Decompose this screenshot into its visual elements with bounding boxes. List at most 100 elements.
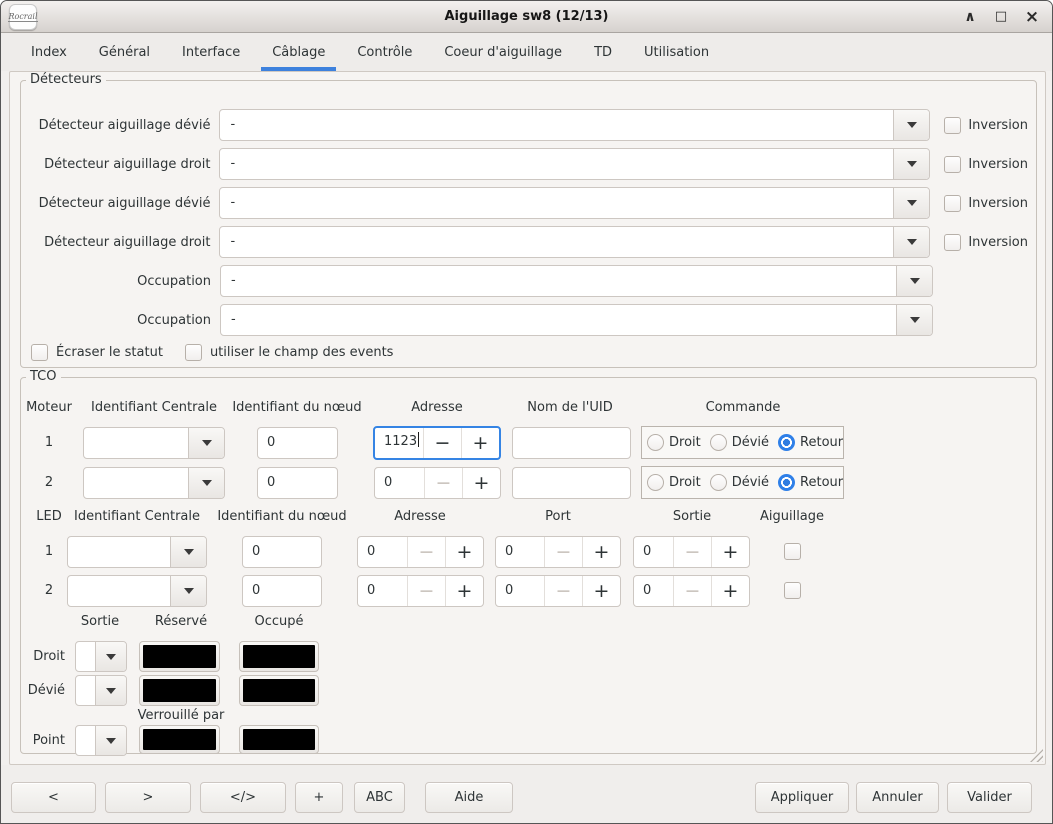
- inversion-checkbox[interactable]: [944, 155, 962, 173]
- led-2-adresse-spinner[interactable]: 0 − +: [357, 575, 484, 607]
- moteur-1-central-dropdown[interactable]: [83, 427, 225, 459]
- ok-button[interactable]: Valider: [947, 782, 1032, 813]
- devie-occupe-color-button[interactable]: [239, 675, 319, 706]
- chevron-down-icon[interactable]: [893, 149, 930, 179]
- radio-devie[interactable]: [709, 434, 727, 451]
- chevron-down-icon[interactable]: [170, 537, 206, 567]
- led-2-central-dropdown[interactable]: [67, 575, 207, 607]
- chevron-down-icon[interactable]: [896, 305, 932, 335]
- chevron-down-icon[interactable]: [95, 642, 126, 671]
- previous-button[interactable]: <: [11, 782, 96, 813]
- tab-index[interactable]: Index: [15, 33, 83, 71]
- col-header-port: Port: [545, 509, 571, 524]
- moteur-2-adresse-spinner[interactable]: 0 − +: [374, 467, 501, 499]
- moteur-1-node-field[interactable]: 0: [257, 427, 338, 459]
- led-2-port-spinner[interactable]: 0 − +: [495, 575, 621, 607]
- increment-icon[interactable]: +: [461, 428, 499, 458]
- tab-controle[interactable]: Contrôle: [341, 33, 428, 71]
- radio-droit[interactable]: [647, 474, 664, 491]
- radio-retourner[interactable]: [778, 474, 796, 491]
- chevron-down-icon[interactable]: [896, 266, 932, 296]
- detector-devie-1-dropdown[interactable]: -: [219, 109, 931, 141]
- led-2-node-field[interactable]: 0: [242, 575, 322, 607]
- ecraser-statut-checkbox[interactable]: [31, 344, 48, 361]
- detector-row: Détecteur aiguillage dévié - Inversion: [29, 109, 1028, 141]
- help-button[interactable]: Aide: [425, 782, 513, 813]
- led-2-sortie-spinner[interactable]: 0 − +: [633, 575, 750, 607]
- droit-occupe-color-button[interactable]: [239, 641, 319, 672]
- radio-retourner[interactable]: [778, 434, 796, 451]
- chevron-down-icon[interactable]: [893, 110, 930, 140]
- chevron-down-icon[interactable]: [170, 576, 206, 606]
- next-button[interactable]: >: [105, 782, 191, 813]
- inversion-checkbox[interactable]: [944, 194, 962, 212]
- add-button[interactable]: +: [295, 782, 343, 813]
- decrement-icon[interactable]: −: [544, 537, 582, 567]
- droit-sortie-dropdown[interactable]: [75, 641, 127, 672]
- occupation-1-dropdown[interactable]: -: [220, 265, 933, 297]
- moteur-1-uid-field[interactable]: [512, 427, 631, 459]
- chevron-down-icon[interactable]: [893, 227, 930, 257]
- led-1-sortie-spinner[interactable]: 0 − +: [633, 536, 750, 568]
- led-2-aiguillage-checkbox[interactable]: [784, 582, 801, 599]
- decrement-icon[interactable]: −: [407, 537, 445, 567]
- chevron-down-icon[interactable]: [95, 726, 126, 755]
- minimize-icon[interactable]: ∧: [962, 9, 978, 25]
- increment-icon[interactable]: +: [462, 468, 500, 498]
- devie-sortie-dropdown[interactable]: [75, 675, 127, 706]
- devie-reserve-color-button[interactable]: [139, 675, 220, 706]
- close-icon[interactable]: ×: [1024, 9, 1040, 26]
- maximize-icon[interactable]: □: [993, 9, 1009, 25]
- decrement-icon[interactable]: −: [544, 576, 582, 606]
- moteur-2-central-dropdown[interactable]: [83, 467, 225, 499]
- moteur-2-uid-field[interactable]: [512, 467, 631, 499]
- abc-button[interactable]: ABC: [354, 782, 405, 813]
- point-verrouille-color-button[interactable]: [139, 725, 220, 754]
- decrement-icon[interactable]: −: [423, 428, 461, 458]
- chevron-down-icon[interactable]: [95, 676, 126, 705]
- moteur-2-node-field[interactable]: 0: [257, 467, 338, 499]
- led-1-node-field[interactable]: 0: [242, 536, 322, 568]
- tab-general[interactable]: Général: [83, 33, 166, 71]
- chevron-down-icon[interactable]: [188, 468, 224, 498]
- tab-cablage[interactable]: Câblage: [256, 33, 341, 71]
- radio-droit[interactable]: [647, 434, 664, 451]
- inversion-checkbox[interactable]: [944, 233, 962, 251]
- detector-droit-1-dropdown[interactable]: -: [219, 148, 931, 180]
- decrement-icon[interactable]: −: [673, 576, 711, 606]
- increment-icon[interactable]: +: [582, 576, 620, 606]
- spinner-value: 0: [505, 544, 514, 559]
- increment-icon[interactable]: +: [711, 576, 749, 606]
- moteur-1-adresse-spinner[interactable]: 1123 − +: [373, 426, 501, 460]
- point-occupe-color-button[interactable]: [239, 725, 319, 754]
- cancel-button[interactable]: Annuler: [856, 782, 939, 813]
- tab-interface[interactable]: Interface: [166, 33, 256, 71]
- occupation-2-dropdown[interactable]: -: [220, 304, 933, 336]
- increment-icon[interactable]: +: [445, 537, 483, 567]
- led-1-central-dropdown[interactable]: [67, 536, 207, 568]
- col-header-adresse: Adresse: [394, 509, 446, 524]
- led-1-port-spinner[interactable]: 0 − +: [495, 536, 621, 568]
- droit-reserve-color-button[interactable]: [139, 641, 220, 672]
- tab-coeur-aiguillage[interactable]: Coeur d'aiguillage: [428, 33, 578, 71]
- increment-icon[interactable]: +: [445, 576, 483, 606]
- increment-icon[interactable]: +: [711, 537, 749, 567]
- xml-code-button[interactable]: </>: [200, 782, 286, 813]
- point-sortie-dropdown[interactable]: [75, 725, 127, 756]
- increment-icon[interactable]: +: [582, 537, 620, 567]
- champ-events-checkbox[interactable]: [184, 344, 202, 361]
- decrement-icon[interactable]: −: [407, 576, 445, 606]
- chevron-down-icon[interactable]: [188, 428, 224, 458]
- decrement-icon[interactable]: −: [424, 468, 462, 498]
- tab-utilisation[interactable]: Utilisation: [628, 33, 725, 71]
- tab-td[interactable]: TD: [578, 33, 628, 71]
- radio-devie[interactable]: [709, 474, 727, 491]
- led-1-adresse-spinner[interactable]: 0 − +: [357, 536, 484, 568]
- apply-button[interactable]: Appliquer: [755, 782, 849, 813]
- decrement-icon[interactable]: −: [673, 537, 711, 567]
- inversion-checkbox[interactable]: [944, 116, 962, 134]
- detector-devie-2-dropdown[interactable]: -: [219, 187, 931, 219]
- led-1-aiguillage-checkbox[interactable]: [784, 543, 801, 560]
- chevron-down-icon[interactable]: [893, 188, 930, 218]
- detector-droit-2-dropdown[interactable]: -: [219, 226, 931, 258]
